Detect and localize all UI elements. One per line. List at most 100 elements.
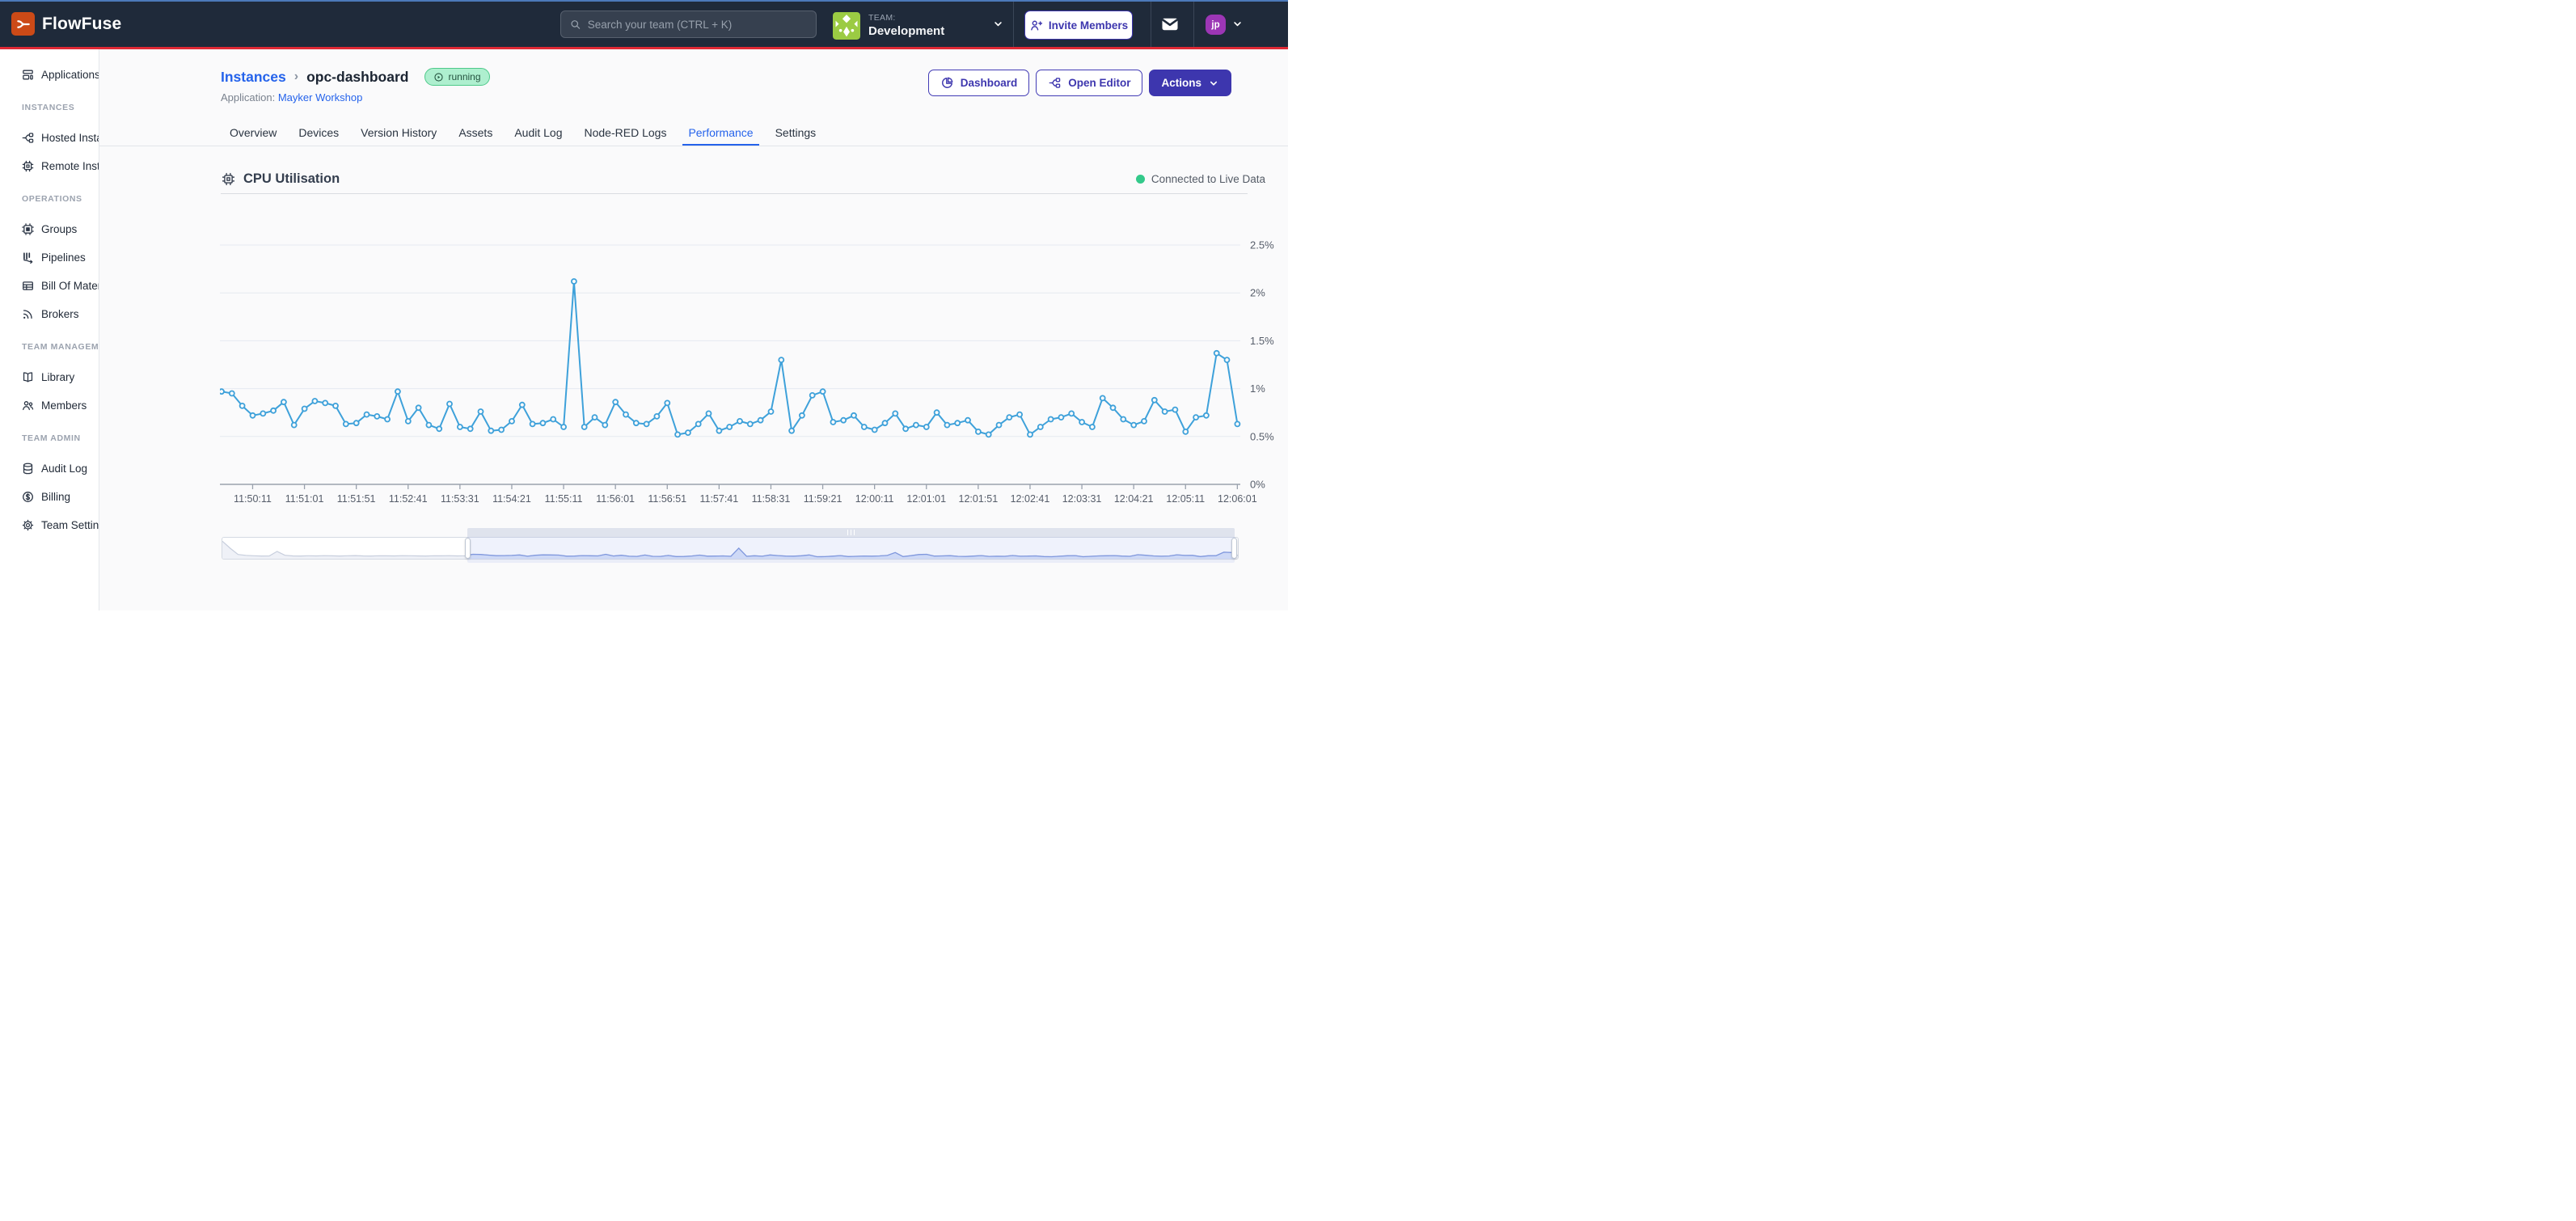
applications-icon — [21, 68, 35, 82]
svg-text:12:00:11: 12:00:11 — [855, 493, 894, 505]
svg-text:11:59:21: 11:59:21 — [804, 493, 842, 505]
tab-settings[interactable]: Settings — [770, 121, 822, 146]
svg-text:2%: 2% — [1250, 287, 1265, 299]
svg-text:11:58:31: 11:58:31 — [752, 493, 791, 505]
svg-text:11:57:41: 11:57:41 — [699, 493, 738, 505]
application-line: Application: Mayker Workshop — [221, 91, 362, 104]
sidebar-item-team-settings[interactable]: Team Settings — [0, 511, 99, 539]
svg-text:11:53:31: 11:53:31 — [441, 493, 479, 505]
user-plus-icon — [1029, 19, 1043, 32]
tab-performance[interactable]: Performance — [682, 121, 758, 146]
actions-button[interactable]: Actions — [1149, 70, 1231, 96]
page-title: opc-dashboard — [306, 69, 408, 86]
navbar-divider — [1013, 2, 1014, 47]
flowfuse-logo[interactable]: FlowFuse — [11, 12, 121, 36]
remote-instances-icon — [21, 159, 35, 173]
cpu-chip-icon — [221, 171, 236, 187]
team-search[interactable] — [560, 11, 817, 38]
audit-log-icon — [21, 462, 35, 475]
top-navbar: FlowFuse TEAM: Development — [0, 0, 1288, 49]
svg-text:2.5%: 2.5% — [1250, 239, 1274, 251]
svg-text:12:03:31: 12:03:31 — [1062, 493, 1102, 505]
cpu-line-chart[interactable]: 0%0.5%1%1.5%2%2.5%11:50:1111:51:0111:51:… — [220, 194, 1274, 505]
sidebar-section-operations: OPERATIONS — [0, 194, 99, 204]
tab-assets[interactable]: Assets — [453, 121, 498, 146]
svg-text:12:01:01: 12:01:01 — [906, 493, 946, 505]
team-name: Development — [868, 25, 944, 39]
node-editor-icon — [1048, 76, 1062, 90]
tab-version-history[interactable]: Version History — [355, 121, 442, 146]
user-avatar[interactable]: jp — [1206, 15, 1226, 35]
brush-handle-right[interactable] — [1231, 538, 1237, 559]
bill-of-materials-icon — [21, 279, 35, 293]
tab-devices[interactable]: Devices — [293, 121, 344, 146]
application-link[interactable]: Mayker Workshop — [278, 91, 363, 104]
invite-members-button[interactable]: Invite Members — [1024, 11, 1133, 40]
brush-selection[interactable] — [467, 528, 1235, 563]
sidebar-item-members[interactable]: Members — [0, 391, 99, 420]
pie-chart-icon — [940, 76, 954, 90]
breadcrumb-instances-link[interactable]: Instances — [221, 69, 286, 86]
sidebar-item-brokers[interactable]: Brokers — [0, 300, 99, 328]
user-menu-chevron-down-icon[interactable] — [1231, 18, 1244, 34]
members-icon — [21, 399, 35, 412]
status-badge: running — [424, 68, 489, 86]
svg-text:12:01:51: 12:01:51 — [959, 493, 999, 505]
chart-header: CPU Utilisation Connected to Live Data — [221, 168, 1265, 189]
svg-text:11:55:11: 11:55:11 — [545, 493, 583, 505]
svg-text:11:51:01: 11:51:01 — [285, 493, 324, 505]
svg-text:0%: 0% — [1250, 479, 1265, 491]
sidebar-item-applications[interactable]: Applications — [0, 61, 99, 89]
sidebar-item-hosted-instances[interactable]: Hosted Instances — [0, 124, 99, 152]
search-input[interactable] — [588, 19, 808, 31]
svg-text:11:54:21: 11:54:21 — [492, 493, 531, 505]
sidebar-item-remote-instances[interactable]: Remote Instances — [0, 152, 99, 180]
team-chevron-down-icon — [992, 18, 1004, 34]
play-circle-icon — [433, 72, 444, 82]
svg-text:1.5%: 1.5% — [1250, 335, 1274, 347]
sidebar-item-billing[interactable]: Billing — [0, 483, 99, 511]
sidebar-item-audit-log[interactable]: Audit Log — [0, 454, 99, 483]
team-label: TEAM: — [868, 14, 944, 23]
sidebar-section-team-admin: TEAM ADMIN — [0, 433, 99, 443]
breadcrumb-chevron-icon: › — [294, 70, 298, 84]
svg-text:11:56:51: 11:56:51 — [648, 493, 686, 505]
sidebar-item-bill-of-materials[interactable]: Bill Of Materials — [0, 272, 99, 300]
tab-overview[interactable]: Overview — [224, 121, 282, 146]
team-settings-icon — [21, 518, 35, 532]
brokers-icon — [21, 307, 35, 321]
svg-text:12:06:01: 12:06:01 — [1218, 493, 1257, 505]
svg-text:1%: 1% — [1250, 382, 1265, 395]
brush-handle-left[interactable] — [465, 538, 471, 559]
instance-tabs: Overview Devices Version History Assets … — [224, 121, 821, 146]
tab-audit-log[interactable]: Audit Log — [509, 121, 568, 146]
brand-name: FlowFuse — [42, 15, 121, 34]
breadcrumb: Instances › opc-dashboard running — [221, 68, 490, 86]
svg-text:11:56:01: 11:56:01 — [596, 493, 635, 505]
svg-text:11:50:11: 11:50:11 — [234, 493, 272, 505]
flowfuse-logo-icon — [11, 12, 35, 36]
sidebar-item-pipelines[interactable]: Pipelines — [0, 243, 99, 272]
open-editor-button[interactable]: Open Editor — [1036, 70, 1142, 96]
sidebar-section-team-management: TEAM MANAGEMENT — [0, 342, 99, 352]
hosted-instances-icon — [21, 131, 35, 145]
chart-title: CPU Utilisation — [243, 171, 340, 187]
brush-drag-grip[interactable] — [467, 528, 1235, 537]
time-range-brush — [222, 528, 1239, 563]
sidebar-item-library[interactable]: Library — [0, 363, 99, 391]
live-dot-icon — [1136, 175, 1145, 184]
svg-text:12:04:21: 12:04:21 — [1114, 493, 1154, 505]
team-switcher[interactable]: TEAM: Development — [833, 11, 1004, 40]
search-icon — [569, 18, 581, 31]
live-status: Connected to Live Data — [1136, 173, 1265, 185]
notifications-mail-icon[interactable] — [1159, 15, 1180, 34]
library-icon — [21, 370, 35, 384]
svg-text:12:05:11: 12:05:11 — [1166, 493, 1205, 505]
svg-text:0.5%: 0.5% — [1250, 430, 1274, 442]
sidebar-item-groups[interactable]: Groups — [0, 215, 99, 243]
dashboard-button[interactable]: Dashboard — [928, 70, 1030, 96]
billing-icon — [21, 490, 35, 504]
svg-text:12:02:41: 12:02:41 — [1011, 493, 1050, 505]
tab-node-red-logs[interactable]: Node-RED Logs — [579, 121, 673, 146]
navbar-divider — [1193, 2, 1194, 47]
